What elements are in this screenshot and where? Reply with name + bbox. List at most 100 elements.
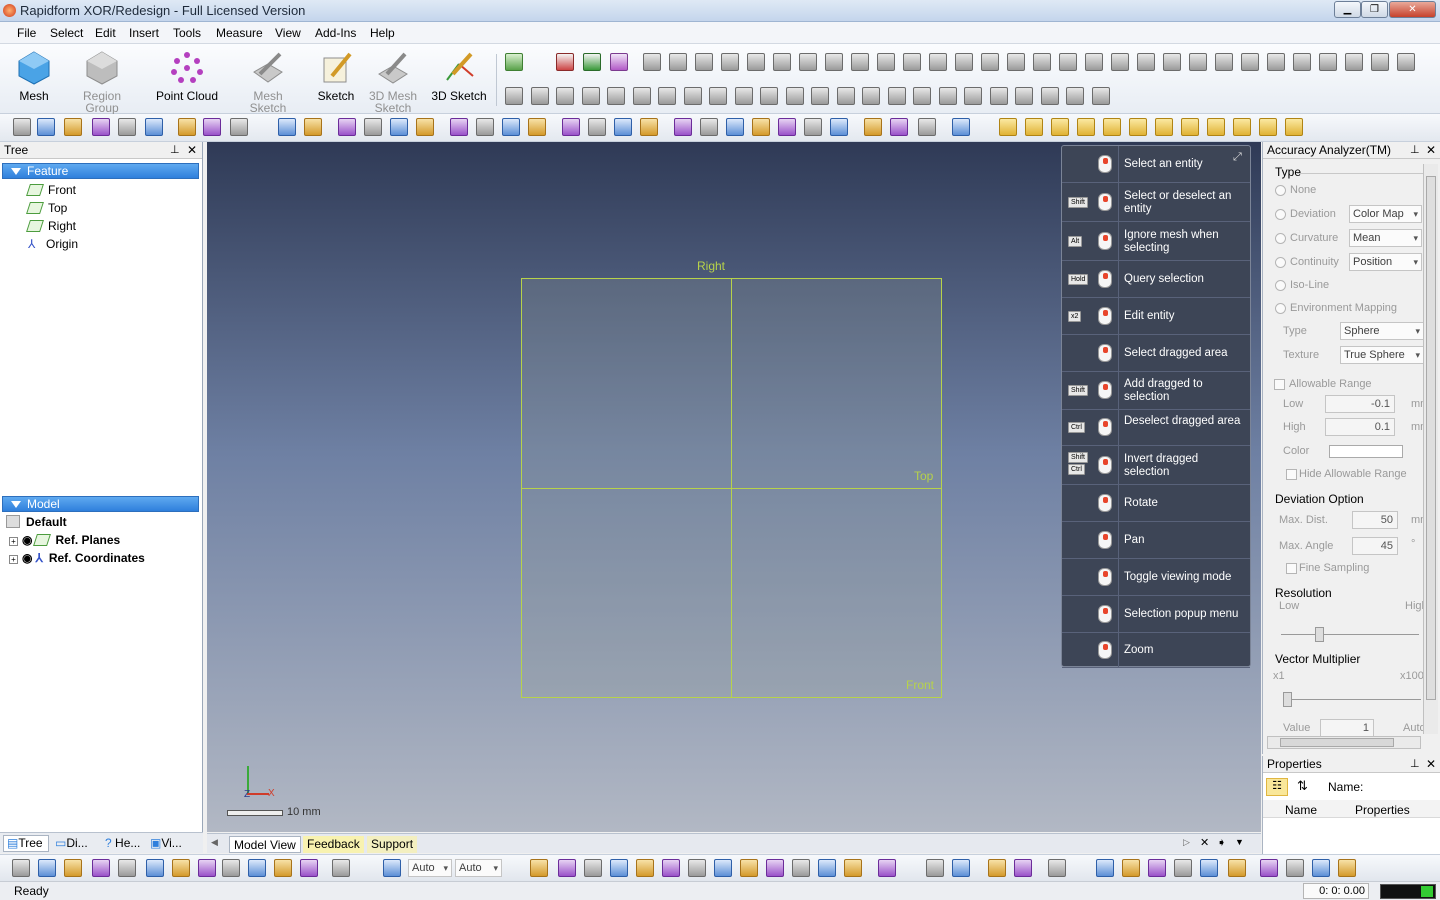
ribbon-row2-tool-icon[interactable] [939, 87, 957, 105]
radio-curvature[interactable] [1275, 233, 1286, 244]
vector-slider-thumb[interactable] [1283, 692, 1292, 707]
toolbar-tool-icon[interactable] [338, 118, 356, 136]
ribbon-row2-tool-icon[interactable] [505, 87, 523, 105]
bottom-tool-icon[interactable] [1148, 859, 1166, 877]
tab-scroll-left[interactable]: ◀ [211, 837, 218, 848]
bottom-tool-icon[interactable] [1312, 859, 1330, 877]
ribbon-row1-tool-icon[interactable] [1137, 53, 1155, 71]
tab-display[interactable]: ▭Di... [55, 836, 88, 850]
bottom-tool-icon[interactable] [12, 859, 30, 877]
feature-header[interactable]: Feature [2, 163, 199, 179]
ribbon-row1-tool-icon[interactable] [505, 53, 523, 71]
toolbar-tool-icon[interactable] [304, 118, 322, 136]
menu-addins[interactable]: Add-Ins [315, 26, 356, 40]
fine-sampling-checkbox[interactable] [1286, 563, 1297, 574]
ribbon-row1-tool-icon[interactable] [1189, 53, 1207, 71]
view-filter-tool-icon[interactable] [1285, 118, 1303, 136]
toolbar-tool-icon[interactable] [918, 118, 936, 136]
pin-icon[interactable]: ⊥ [170, 142, 180, 158]
sketch-button[interactable]: Sketch [304, 48, 368, 112]
ribbon-row2-tool-icon[interactable] [760, 87, 778, 105]
eye-icon[interactable]: ◉ [22, 533, 32, 547]
vertical-scrollbar[interactable] [1423, 164, 1438, 734]
ribbon-row1-tool-icon[interactable] [1345, 53, 1363, 71]
horizontal-scrollbar[interactable] [1267, 736, 1421, 749]
toolbar-tool-icon[interactable] [390, 118, 408, 136]
curvature-select[interactable]: Mean [1349, 229, 1422, 247]
bottom-tool-icon[interactable] [558, 859, 576, 877]
ribbon-row1-tool-icon[interactable] [1397, 53, 1415, 71]
hide-allowable-checkbox[interactable] [1286, 469, 1297, 480]
toolbar-tool-icon[interactable] [178, 118, 196, 136]
toolbar-tool-icon[interactable] [614, 118, 632, 136]
env-type-select[interactable]: Sphere [1340, 322, 1424, 340]
ribbon-row2-tool-icon[interactable] [1041, 87, 1059, 105]
ribbon-row1-tool-icon[interactable] [955, 53, 973, 71]
bottom-tool-icon[interactable] [118, 859, 136, 877]
ribbon-row2-tool-icon[interactable] [990, 87, 1008, 105]
toolbar-tool-icon[interactable] [230, 118, 248, 136]
menu-view[interactable]: View [275, 26, 301, 40]
deviation-select[interactable]: Color Map [1349, 205, 1422, 223]
color-picker[interactable] [1329, 445, 1403, 458]
ribbon-row1-tool-icon[interactable] [877, 53, 895, 71]
value-input[interactable]: 1 [1320, 719, 1374, 737]
tree-item-ref-coordinates[interactable]: + ◉ ⅄ Ref. Coordinates [9, 549, 145, 567]
bottom-tool-icon[interactable] [844, 859, 862, 877]
categorized-icon[interactable]: ☷ [1266, 778, 1288, 796]
bottom-tool-icon[interactable] [248, 859, 266, 877]
toolbar-tool-icon[interactable] [890, 118, 908, 136]
max-dist-input[interactable]: 50 [1352, 511, 1398, 529]
ribbon-row1-tool-icon[interactable] [610, 53, 628, 71]
radio-continuity[interactable] [1275, 257, 1286, 268]
close-icon[interactable]: ✕ [187, 142, 197, 158]
close-icon[interactable]: ✕ [1426, 142, 1436, 158]
ribbon-row2-tool-icon[interactable] [556, 87, 574, 105]
ribbon-row1-tool-icon[interactable] [929, 53, 947, 71]
mesh-sketch-button[interactable]: Mesh Sketch [236, 48, 300, 114]
toolbar-tool-icon[interactable] [528, 118, 546, 136]
ribbon-row1-tool-icon[interactable] [1085, 53, 1103, 71]
toolbar-tool-icon[interactable] [952, 118, 970, 136]
ribbon-row2-tool-icon[interactable] [684, 87, 702, 105]
menu-tools[interactable]: Tools [173, 26, 201, 40]
menu-edit[interactable]: Edit [95, 26, 116, 40]
bottom-tool-icon[interactable] [300, 859, 318, 877]
ribbon-row1-tool-icon[interactable] [1241, 53, 1259, 71]
ribbon-row1-tool-icon[interactable] [643, 53, 661, 71]
radio-deviation[interactable] [1275, 209, 1286, 220]
texture-select[interactable]: True Sphere [1340, 346, 1424, 364]
ribbon-row1-tool-icon[interactable] [669, 53, 687, 71]
bottom-tool-icon[interactable] [1174, 859, 1192, 877]
toolbar-tool-icon[interactable] [700, 118, 718, 136]
toolbar-tool-icon[interactable] [145, 118, 163, 136]
ribbon-row2-tool-icon[interactable] [607, 87, 625, 105]
bottom-tool-icon[interactable] [952, 859, 970, 877]
feature-section[interactable]: Feature [2, 163, 199, 179]
ribbon-row2-tool-icon[interactable] [862, 87, 880, 105]
bottom-tool-icon[interactable] [274, 859, 292, 877]
auto-select-1[interactable]: Auto [408, 859, 452, 877]
resolution-slider-thumb[interactable] [1315, 627, 1324, 642]
tab-close-icon[interactable]: ✕ [1200, 836, 1209, 849]
tree-item-origin[interactable]: ⅄ Origin [28, 235, 78, 253]
toolbar-tool-icon[interactable] [64, 118, 82, 136]
view-filter-tool-icon[interactable] [1259, 118, 1277, 136]
toolbar-tool-icon[interactable] [92, 118, 110, 136]
sort-icon[interactable]: ⇅ [1297, 778, 1308, 794]
ribbon-row2-tool-icon[interactable] [964, 87, 982, 105]
view-filter-tool-icon[interactable] [1207, 118, 1225, 136]
tab-feedback[interactable]: Feedback [303, 836, 364, 853]
close-button[interactable]: ✕ [1389, 1, 1436, 18]
bottom-tool-icon[interactable] [1014, 859, 1032, 877]
view-filter-tool-icon[interactable] [1233, 118, 1251, 136]
ribbon-row1-tool-icon[interactable] [583, 53, 601, 71]
bottom-tool-icon[interactable] [1260, 859, 1278, 877]
bottom-tool-icon[interactable] [530, 859, 548, 877]
toolbar-tool-icon[interactable] [13, 118, 31, 136]
col-properties[interactable]: Properties [1355, 803, 1410, 817]
radio-env-mapping[interactable] [1275, 303, 1286, 314]
menu-insert[interactable]: Insert [129, 26, 159, 40]
ribbon-row1-tool-icon[interactable] [773, 53, 791, 71]
ribbon-row1-tool-icon[interactable] [556, 53, 574, 71]
